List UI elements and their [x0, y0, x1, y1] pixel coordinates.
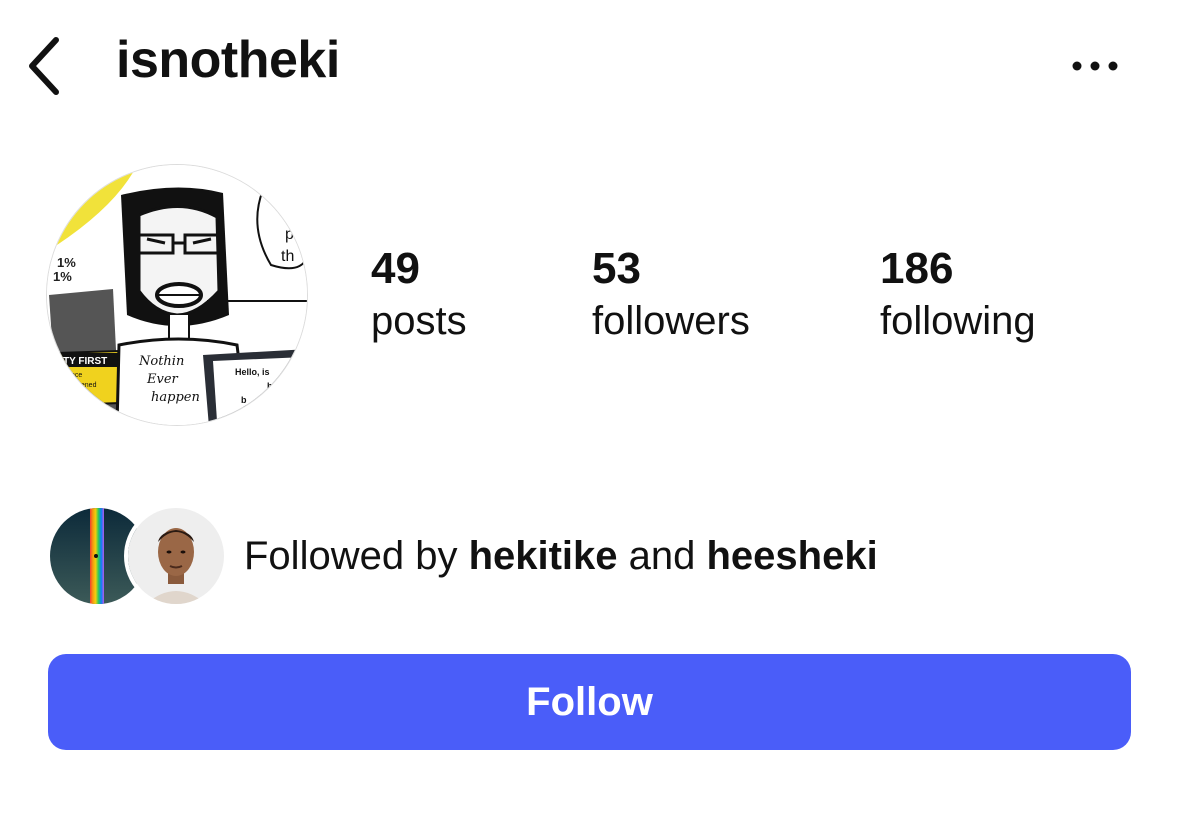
stat-posts[interactable]: 49 posts — [371, 244, 467, 348]
mutual-user-1[interactable]: hekitike — [469, 534, 618, 578]
stat-following-label: following — [880, 299, 1036, 343]
mutual-followers-text: Followed by hekitike and heesheki — [244, 532, 878, 580]
more-options-button[interactable] — [1060, 44, 1130, 88]
mutual-followers[interactable]: Followed by hekitike and heesheki — [46, 504, 1146, 608]
back-button[interactable] — [20, 32, 76, 100]
avatar-text-shirt2: Ever — [146, 372, 179, 387]
avatar-text-bubble1: p — [285, 226, 294, 243]
avatar-text-percent-b: 1% — [53, 269, 72, 284]
avatar-text-shirt1: Nothin — [138, 354, 184, 369]
chevron-left-icon — [29, 37, 59, 95]
follow-button[interactable]: Follow — [48, 654, 1131, 750]
profile-avatar[interactable]: 1% 1% TY FIRST nce pened p th Nothin Eve… — [46, 164, 308, 426]
stat-posts-value: 49 — [371, 244, 420, 293]
mutual-user-2[interactable]: heesheki — [707, 534, 878, 578]
mutual-prefix: Followed by — [244, 534, 469, 578]
avatar-text-laptop3: b — [241, 395, 247, 405]
avatar-text-sign-sub1: nce — [71, 372, 82, 379]
profile-username: isnotheki — [116, 31, 340, 89]
profile-header: isnotheki — [0, 0, 1179, 130]
avatar-text-laptop1: Hello, is — [235, 367, 270, 377]
stat-followers[interactable]: 53 followers — [592, 244, 750, 348]
profile-picture: 1% 1% TY FIRST nce pened p th Nothin Eve… — [47, 165, 307, 425]
mutual-connector: and — [617, 534, 707, 578]
avatar-text-shirt3: happen — [151, 390, 200, 405]
mutual-avatar-2 — [124, 504, 228, 608]
mutual-avatar-person — [128, 508, 224, 604]
stat-followers-value: 53 — [592, 244, 641, 293]
stat-following[interactable]: 186 following — [880, 244, 1036, 348]
avatar-text-sign-sub2: pened — [77, 382, 97, 389]
avatar-text-sign: TY FIRST — [63, 356, 107, 367]
stat-followers-label: followers — [592, 299, 750, 343]
avatar-text-laptop2: he — [267, 381, 278, 391]
stat-posts-label: posts — [371, 299, 467, 343]
avatar-text-percent-a: 1% — [57, 255, 76, 270]
stat-following-value: 186 — [880, 244, 954, 293]
avatar-text-bubble2: th — [281, 248, 294, 265]
more-horizontal-icon — [1072, 61, 1118, 71]
